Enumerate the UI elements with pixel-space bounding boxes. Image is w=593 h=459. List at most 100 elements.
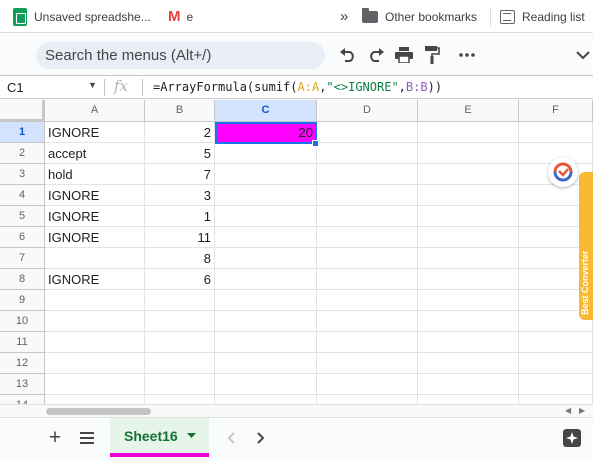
fill-handle[interactable] [312, 140, 319, 147]
tab-sheet16[interactable]: Sheet16 [110, 418, 209, 457]
cell-a11[interactable] [45, 332, 145, 353]
cell-c5[interactable] [215, 206, 317, 227]
cell-e8[interactable] [418, 269, 519, 290]
scroll-left-icon[interactable]: ◀ [565, 406, 571, 415]
caret-down-icon[interactable] [186, 432, 196, 439]
cell-a2[interactable]: accept [45, 143, 145, 164]
explore-button[interactable] [561, 426, 583, 450]
cell-c7[interactable] [215, 248, 317, 269]
bookmark-other-bookmarks[interactable]: Other bookmarks [362, 0, 477, 33]
column-header-b[interactable]: B [145, 100, 215, 122]
cell-b7[interactable]: 8 [145, 248, 215, 269]
column-header-d[interactable]: D [317, 100, 418, 122]
cell-f12[interactable] [519, 353, 593, 374]
scroll-tabs-right-button[interactable] [250, 426, 272, 450]
print-button[interactable] [392, 42, 416, 68]
cell-b6[interactable]: 11 [145, 227, 215, 248]
row-header-2[interactable]: 2 [0, 143, 45, 164]
row-header-12[interactable]: 12 [0, 353, 45, 374]
cell-e12[interactable] [418, 353, 519, 374]
horizontal-scrollbar[interactable]: ◀ ▶ [0, 404, 593, 417]
cell-f1[interactable] [519, 122, 593, 143]
select-all-corner[interactable] [0, 100, 45, 122]
cell-b14[interactable] [145, 395, 215, 404]
row-header-6[interactable]: 6 [0, 227, 45, 248]
name-box[interactable]: C1 [7, 80, 24, 95]
all-sheets-button[interactable] [76, 426, 98, 450]
cell-d10[interactable] [317, 311, 418, 332]
cell-c8[interactable] [215, 269, 317, 290]
cell-c4[interactable] [215, 185, 317, 206]
cell-b11[interactable] [145, 332, 215, 353]
cell-c9[interactable] [215, 290, 317, 311]
horizontal-scroll-thumb[interactable] [46, 408, 151, 415]
undo-button[interactable] [336, 42, 360, 68]
row-header-13[interactable]: 13 [0, 374, 45, 395]
name-box-dropdown-icon[interactable]: ▼ [88, 80, 97, 90]
cell-b1[interactable]: 2 [145, 122, 215, 143]
extension-logo-button[interactable] [548, 157, 578, 187]
cell-a8[interactable]: IGNORE [45, 269, 145, 290]
column-header-a[interactable]: A [45, 100, 145, 122]
cell-e1[interactable] [418, 122, 519, 143]
column-header-f[interactable]: F [519, 100, 593, 122]
cell-e9[interactable] [418, 290, 519, 311]
cell-f13[interactable] [519, 374, 593, 395]
cell-a6[interactable]: IGNORE [45, 227, 145, 248]
cell-d4[interactable] [317, 185, 418, 206]
search-menus-input[interactable]: Search the menus (Alt+/) [36, 42, 325, 69]
cell-d7[interactable] [317, 248, 418, 269]
bookmarks-overflow-button[interactable]: » [340, 0, 348, 33]
cell-b2[interactable]: 5 [145, 143, 215, 164]
formula-input[interactable]: =ArrayFormula(sumif(A:A,"<>IGNORE",B:B)) [153, 80, 442, 94]
cell-c14[interactable] [215, 395, 317, 404]
paint-format-button[interactable] [420, 42, 444, 68]
row-header-9[interactable]: 9 [0, 290, 45, 311]
cell-d14[interactable] [317, 395, 418, 404]
column-header-e[interactable]: E [418, 100, 519, 122]
bookmark-gmail[interactable]: M e [168, 0, 193, 33]
cell-e5[interactable] [418, 206, 519, 227]
cell-d2[interactable] [317, 143, 418, 164]
cell-e3[interactable] [418, 164, 519, 185]
bookmark-unsaved-spreadsheet[interactable]: Unsaved spreadshe... [13, 0, 151, 33]
cell-d11[interactable] [317, 332, 418, 353]
more-options-button[interactable] [455, 42, 479, 68]
scroll-right-icon[interactable]: ▶ [579, 406, 585, 415]
cell-a1[interactable]: IGNORE [45, 122, 145, 143]
cell-b5[interactable]: 1 [145, 206, 215, 227]
cell-d12[interactable] [317, 353, 418, 374]
cell-e7[interactable] [418, 248, 519, 269]
row-header-1[interactable]: 1 [0, 122, 45, 143]
cell-a7[interactable] [45, 248, 145, 269]
collapse-toolbar-button[interactable] [571, 42, 593, 68]
cell-c6[interactable] [215, 227, 317, 248]
cell-a5[interactable]: IGNORE [45, 206, 145, 227]
cell-f14[interactable] [519, 395, 593, 404]
cell-a9[interactable] [45, 290, 145, 311]
cell-c11[interactable] [215, 332, 317, 353]
cell-e2[interactable] [418, 143, 519, 164]
cell-b9[interactable] [145, 290, 215, 311]
row-header-11[interactable]: 11 [0, 332, 45, 353]
scroll-tabs-left-button[interactable] [220, 426, 242, 450]
add-sheet-button[interactable]: + [44, 426, 66, 450]
cell-d1[interactable] [317, 122, 418, 143]
cell-b8[interactable]: 6 [145, 269, 215, 290]
cell-a10[interactable] [45, 311, 145, 332]
cell-d3[interactable] [317, 164, 418, 185]
cell-d9[interactable] [317, 290, 418, 311]
row-header-8[interactable]: 8 [0, 269, 45, 290]
row-header-10[interactable]: 10 [0, 311, 45, 332]
cell-a14[interactable] [45, 395, 145, 404]
row-header-3[interactable]: 3 [0, 164, 45, 185]
redo-button[interactable] [364, 42, 388, 68]
cell-c3[interactable] [215, 164, 317, 185]
cell-e14[interactable] [418, 395, 519, 404]
cell-e11[interactable] [418, 332, 519, 353]
cell-c2[interactable] [215, 143, 317, 164]
cell-e13[interactable] [418, 374, 519, 395]
column-header-c[interactable]: C [215, 100, 317, 122]
row-header-4[interactable]: 4 [0, 185, 45, 206]
cell-c12[interactable] [215, 353, 317, 374]
